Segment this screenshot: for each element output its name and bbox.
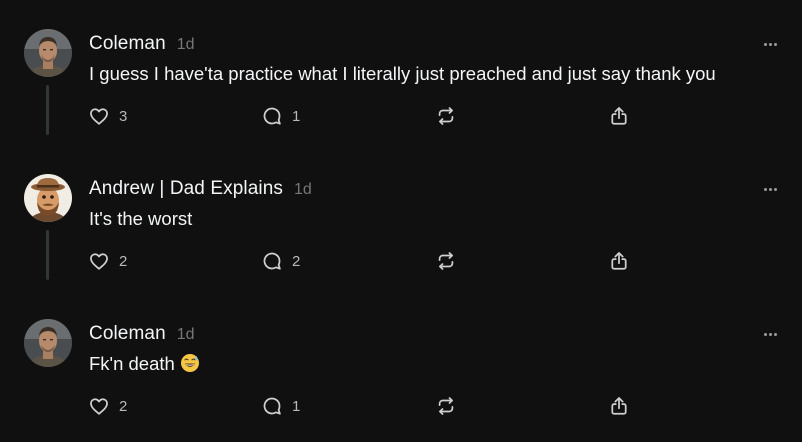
like-button[interactable]: 3 — [88, 104, 127, 128]
share-button[interactable] — [608, 394, 630, 418]
avatar[interactable] — [24, 174, 72, 222]
timestamp[interactable]: 1d — [294, 181, 312, 199]
post-text-content: Fk'n death — [89, 353, 175, 374]
comment-icon — [263, 107, 281, 125]
share-button[interactable] — [608, 249, 630, 273]
post-text: I guess I have'ta practice what I litera… — [89, 63, 716, 85]
timestamp[interactable]: 1d — [177, 36, 195, 54]
heart-icon — [90, 108, 108, 125]
thread: Coleman 1d I guess I have'ta practice wh… — [0, 0, 802, 442]
reply-button[interactable]: 1 — [261, 394, 300, 418]
man-portrait-avatar-image — [24, 29, 72, 77]
heart-icon — [90, 398, 108, 415]
post-header: Coleman 1d — [89, 33, 195, 57]
reply-count: 1 — [292, 397, 301, 415]
more-icon[interactable] — [760, 34, 780, 54]
reply-button[interactable]: 2 — [261, 249, 300, 273]
reply-count: 1 — [292, 107, 301, 125]
like-count: 2 — [119, 397, 128, 415]
man-portrait-avatar-image — [24, 319, 72, 367]
grinning-sweat-emoji — [180, 354, 199, 372]
heart-icon — [90, 253, 108, 270]
more-icon[interactable] — [760, 179, 780, 199]
share-icon — [611, 107, 627, 125]
share-icon — [611, 252, 627, 270]
post-text-content: It's the worst — [89, 208, 193, 229]
repost-button[interactable] — [435, 104, 457, 128]
post: Coleman 1d Fk'n death 2 1 — [0, 290, 802, 435]
post-header: Andrew | Dad Explains 1d — [89, 178, 312, 202]
post-actions: 3 1 — [88, 104, 648, 128]
reply-count: 2 — [292, 252, 301, 270]
post-text-content: I guess I have'ta practice what I litera… — [89, 63, 716, 84]
more-icon[interactable] — [760, 324, 780, 344]
username[interactable]: Coleman — [89, 323, 166, 345]
share-button[interactable] — [608, 104, 630, 128]
post-header: Coleman 1d — [89, 323, 195, 347]
comment-icon — [263, 397, 281, 415]
avatar[interactable] — [24, 29, 72, 77]
post-text: It's the worst — [89, 208, 192, 230]
username[interactable]: Andrew | Dad Explains — [89, 178, 283, 200]
repost-icon — [438, 397, 454, 415]
share-icon — [611, 397, 627, 415]
timestamp[interactable]: 1d — [177, 326, 195, 344]
post-text: Fk'n death — [89, 353, 200, 375]
reply-button[interactable]: 1 — [261, 104, 300, 128]
thread-line — [46, 230, 49, 280]
like-button[interactable]: 2 — [88, 394, 127, 418]
post: Andrew | Dad Explains 1d It's the worst … — [0, 145, 802, 290]
repost-button[interactable] — [435, 249, 457, 273]
like-count: 3 — [119, 107, 128, 125]
post-actions: 2 2 — [88, 249, 648, 273]
avatar[interactable] — [24, 319, 72, 367]
username[interactable]: Coleman — [89, 33, 166, 55]
thread-line — [46, 85, 49, 135]
comment-icon — [263, 252, 281, 270]
repost-icon — [438, 107, 454, 125]
post-actions: 2 1 — [88, 394, 648, 418]
cartoon-man-hat-avatar-image — [24, 174, 72, 222]
repost-icon — [438, 252, 454, 270]
like-button[interactable]: 2 — [88, 249, 127, 273]
like-count: 2 — [119, 252, 128, 270]
post: Coleman 1d I guess I have'ta practice wh… — [0, 0, 802, 145]
repost-button[interactable] — [435, 394, 457, 418]
